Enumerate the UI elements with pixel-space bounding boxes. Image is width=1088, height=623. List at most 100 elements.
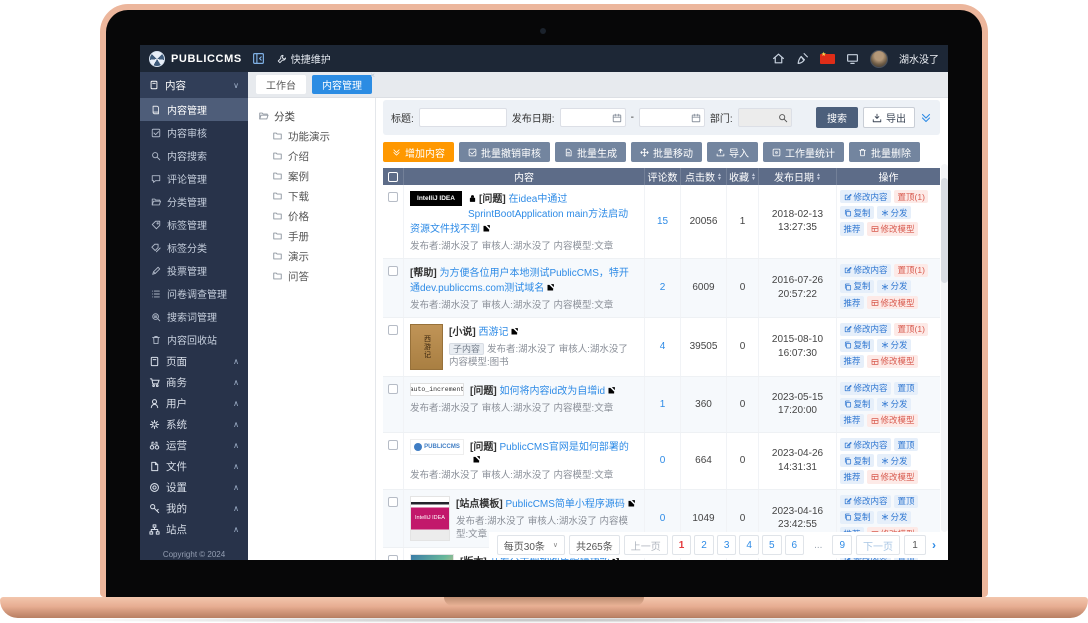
date-from-input[interactable] bbox=[560, 108, 626, 127]
action-button[interactable]: 置顶 bbox=[894, 382, 918, 395]
external-link-icon[interactable] bbox=[482, 224, 491, 233]
row-checkbox[interactable] bbox=[388, 555, 398, 560]
content-title-link[interactable]: 为方便各位用户本地测试PublicCMS，特开通dev.publiccms.co… bbox=[410, 268, 629, 294]
tree-item[interactable]: 问答 bbox=[258, 266, 365, 286]
tab[interactable]: 工作台 bbox=[256, 75, 306, 94]
sidebar-group[interactable]: 站点 bbox=[140, 519, 248, 540]
user-avatar[interactable] bbox=[870, 50, 888, 68]
action-button[interactable]: 修改模型 bbox=[867, 222, 918, 235]
sidebar-item[interactable]: 评论管理 bbox=[140, 167, 248, 190]
close-icon[interactable] bbox=[370, 71, 375, 80]
action-button[interactable]: 推荐 bbox=[840, 222, 864, 235]
sidebar-item[interactable]: 问卷调查管理 bbox=[140, 282, 248, 305]
sidebar-item[interactable]: 搜索词管理 bbox=[140, 305, 248, 328]
sidebar-group[interactable]: 商务 bbox=[140, 372, 248, 393]
action-button[interactable]: 复制 bbox=[840, 511, 874, 524]
header-favorites[interactable]: 收藏 bbox=[726, 168, 758, 185]
tree-root[interactable]: 分类 bbox=[258, 106, 365, 126]
toolbar-button[interactable]: 批量删除 bbox=[849, 142, 920, 162]
action-button[interactable]: 修改模型 bbox=[867, 414, 918, 427]
comments-count[interactable]: 0 bbox=[644, 433, 680, 489]
action-button[interactable]: 推荐 bbox=[840, 355, 864, 368]
action-button[interactable]: 复制 bbox=[840, 339, 874, 352]
search-button[interactable]: 搜索 bbox=[816, 107, 858, 128]
action-button[interactable]: 修改模型 bbox=[867, 355, 918, 368]
action-button[interactable]: 推荐 bbox=[840, 296, 864, 309]
tree-item[interactable]: 功能演示 bbox=[258, 126, 365, 146]
header-clicks[interactable]: 点击数 bbox=[680, 168, 726, 185]
action-button[interactable]: 复制 bbox=[840, 454, 874, 467]
fullscreen-icon[interactable] bbox=[846, 52, 859, 65]
sidebar-item[interactable]: 标签管理 bbox=[140, 213, 248, 236]
sort-icon[interactable] bbox=[816, 173, 821, 181]
prev-page-button[interactable]: 上一页 bbox=[624, 535, 668, 555]
action-button[interactable]: 修改内容 bbox=[840, 190, 891, 203]
row-checkbox[interactable] bbox=[388, 266, 398, 276]
external-link-icon[interactable] bbox=[472, 455, 481, 464]
header-comments[interactable]: 评论数 bbox=[644, 168, 680, 185]
row-checkbox[interactable] bbox=[388, 440, 398, 450]
toolbar-button[interactable]: 批量撤销审核 bbox=[459, 142, 550, 162]
page-jump-input[interactable]: 1 bbox=[904, 535, 926, 555]
row-checkbox[interactable] bbox=[388, 325, 398, 335]
next-page-button[interactable]: 下一页 bbox=[856, 535, 900, 555]
title-input[interactable] bbox=[419, 108, 507, 127]
action-button[interactable]: 分发 bbox=[877, 339, 911, 352]
date-to-input[interactable] bbox=[639, 108, 705, 127]
comments-count[interactable]: 1 bbox=[644, 377, 680, 433]
sidebar-group[interactable]: 文件 bbox=[140, 456, 248, 477]
sort-icon[interactable] bbox=[751, 173, 756, 181]
sub-content-badge[interactable]: 子内容 bbox=[449, 343, 484, 355]
sidebar-item[interactable]: 标签分类 bbox=[140, 236, 248, 259]
scrollbar-thumb[interactable] bbox=[941, 178, 948, 283]
clear-cache-broom-icon[interactable] bbox=[796, 52, 809, 65]
page-number-button[interactable]: ... bbox=[807, 535, 829, 555]
external-link-icon[interactable] bbox=[546, 283, 555, 292]
tree-item[interactable]: 介绍 bbox=[258, 146, 365, 166]
department-input[interactable] bbox=[738, 108, 792, 127]
toolbar-button[interactable]: 增加内容 bbox=[383, 142, 454, 162]
row-checkbox[interactable] bbox=[388, 497, 398, 507]
sidebar-collapse-icon[interactable] bbox=[252, 52, 265, 65]
content-title-link[interactable]: PublicCMS官网是如何部署的 bbox=[499, 442, 628, 453]
username-label[interactable]: 湖水没了 bbox=[899, 51, 939, 66]
page-number-button[interactable]: 5 bbox=[762, 535, 782, 555]
action-button[interactable]: 修改模型 bbox=[867, 296, 918, 309]
tree-item[interactable]: 下载 bbox=[258, 186, 365, 206]
sidebar-group[interactable]: 用户 bbox=[140, 393, 248, 414]
action-button[interactable]: 复制 bbox=[840, 398, 874, 411]
tree-item[interactable]: 价格 bbox=[258, 206, 365, 226]
action-button[interactable]: 分发 bbox=[877, 511, 911, 524]
tree-item[interactable]: 案例 bbox=[258, 166, 365, 186]
action-button[interactable]: 修改内容 bbox=[840, 495, 891, 508]
sidebar-group[interactable]: 设置 bbox=[140, 477, 248, 498]
action-button[interactable]: 复制 bbox=[840, 280, 874, 293]
page-size-select[interactable]: 每页30条 bbox=[497, 535, 565, 555]
page-number-button[interactable]: 1 bbox=[672, 535, 692, 555]
select-all-checkbox[interactable] bbox=[388, 172, 398, 182]
action-button[interactable]: 修改内容 bbox=[840, 382, 891, 395]
sidebar-group[interactable]: 系统 bbox=[140, 414, 248, 435]
external-link-icon[interactable] bbox=[627, 499, 636, 508]
action-button[interactable]: 置顶(1) bbox=[894, 264, 928, 277]
sidebar-item[interactable]: 内容管理 bbox=[140, 98, 248, 121]
action-button[interactable]: 修改模型 bbox=[867, 470, 918, 483]
page-go-button[interactable]: › bbox=[932, 538, 936, 552]
page-number-button[interactable]: 9 bbox=[832, 535, 852, 555]
action-button[interactable]: 分发 bbox=[877, 280, 911, 293]
action-button[interactable]: 修改内容 bbox=[840, 438, 891, 451]
toolbar-button[interactable]: 工作量统计 bbox=[763, 142, 844, 162]
page-number-button[interactable]: 3 bbox=[717, 535, 737, 555]
action-button[interactable]: 修改内容 bbox=[840, 323, 891, 336]
tree-item[interactable]: 手册 bbox=[258, 226, 365, 246]
sidebar-group[interactable]: 页面 bbox=[140, 351, 248, 372]
external-link-icon[interactable] bbox=[607, 386, 616, 395]
row-checkbox[interactable] bbox=[388, 384, 398, 394]
toolbar-button[interactable]: 批量生成 bbox=[555, 142, 626, 162]
action-button[interactable]: 复制 bbox=[840, 206, 874, 219]
language-flag-icon[interactable] bbox=[820, 54, 835, 64]
action-button[interactable]: 分发 bbox=[877, 398, 911, 411]
toolbar-button[interactable]: 导入 bbox=[707, 142, 758, 162]
header-date[interactable]: 发布日期 bbox=[758, 168, 836, 185]
page-number-button[interactable]: 6 bbox=[785, 535, 805, 555]
